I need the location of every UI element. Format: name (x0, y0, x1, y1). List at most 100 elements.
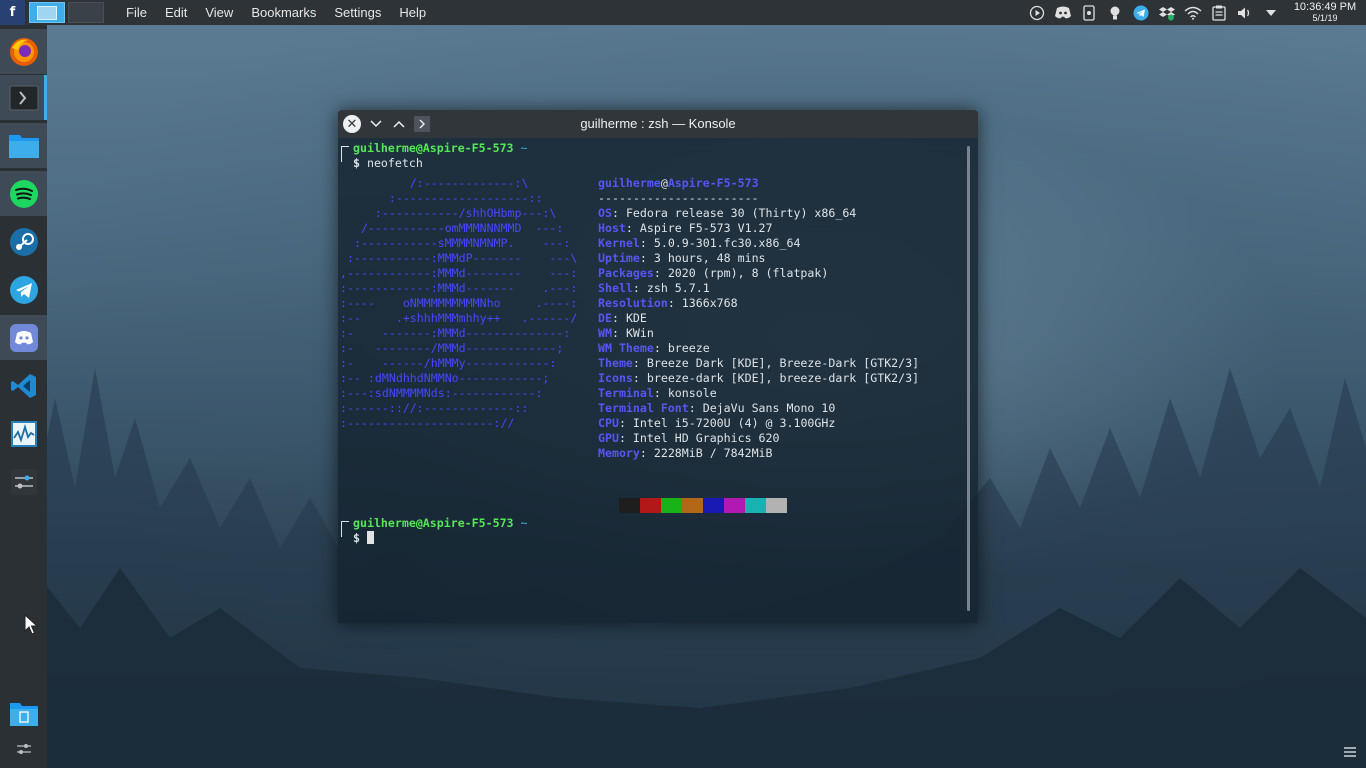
info-value: 2020 (rpm), 8 (flatpak) (667, 266, 829, 280)
info-value: Aspire F5-573 V1.27 (639, 221, 773, 235)
panel-settings-icon (16, 744, 31, 754)
dock-configure[interactable] (0, 730, 47, 768)
ascii-line: :-------------------:: (340, 191, 543, 205)
desktop-1[interactable] (29, 2, 65, 23)
menu-bookmarks[interactable]: Bookmarks (242, 0, 325, 25)
dock-konsole[interactable] (0, 75, 47, 120)
dock-vscode[interactable] (0, 363, 47, 408)
spotify-icon (9, 179, 38, 208)
info-value: zsh 5.7.1 (646, 281, 710, 295)
info-key: Icons (598, 371, 633, 385)
info-key: Shell (598, 281, 633, 295)
dock-system-monitor[interactable] (0, 411, 47, 456)
info-at: @ (660, 176, 668, 190)
info-value: breeze (667, 341, 710, 355)
mouse-cursor-icon (24, 614, 38, 635)
color-swatch (724, 498, 745, 513)
virtual-desktop-pager (29, 2, 107, 23)
digital-clock[interactable]: 10:36:49 PM 5/1/19 (1284, 0, 1366, 24)
ascii-line: :- -------:MMMd--------------: (340, 326, 571, 340)
info-value: DejaVu Sans Mono 10 (702, 401, 836, 415)
prompt-user-2: guilherme@Aspire-F5-573 (353, 516, 514, 530)
color-swatch (619, 498, 640, 513)
info-user: guilherme (598, 176, 661, 190)
info-value: KWin (625, 326, 654, 340)
menu-edit[interactable]: Edit (156, 0, 196, 25)
clock-time: 10:36:49 PM (1293, 0, 1357, 13)
top-panel: f File Edit View Bookmarks Settings Help (0, 0, 1366, 25)
menu-view[interactable]: View (196, 0, 242, 25)
trash-icon (9, 702, 38, 726)
info-value: breeze-dark [KDE], breeze-dark [GTK2/3] (646, 371, 920, 385)
info-row: Uptime: 3 hours, 48 mins (598, 251, 766, 265)
wifi-icon[interactable] (1180, 0, 1206, 25)
ascii-line: :------------:MMMd------- .---: (340, 281, 578, 295)
window-titlebar[interactable]: ✕ guilherme : zsh — Konsole (338, 110, 978, 138)
firefox-icon (9, 37, 38, 66)
info-row: WM: KWin (598, 326, 654, 340)
info-key: Terminal (598, 386, 654, 400)
menu-help[interactable]: Help (390, 0, 435, 25)
prompt-corner (341, 146, 349, 162)
clipboard-icon[interactable] (1206, 0, 1232, 25)
info-key: Uptime (598, 251, 640, 265)
command-line: $ neofetch (353, 156, 423, 171)
info-separator: ----------------------- (598, 191, 759, 205)
input-line: $ (353, 531, 374, 546)
menu-settings[interactable]: Settings (325, 0, 390, 25)
command-text: neofetch (366, 156, 423, 170)
tray-expand-icon[interactable] (1258, 0, 1284, 25)
telegram-icon (9, 275, 38, 304)
prompt-symbol: $ (353, 156, 360, 170)
info-key: WM (598, 326, 612, 340)
kde-connect-icon[interactable] (1076, 0, 1102, 25)
info-row: Memory: 2228MiB / 7842MiB (598, 446, 773, 460)
info-row: Theme: Breeze Dark [KDE], Breeze-Dark [G… (598, 356, 920, 370)
active-indicator (44, 75, 47, 120)
prompt-symbol-2: $ (353, 531, 360, 545)
dock-spotify[interactable] (0, 171, 47, 216)
prompt-line-2: guilherme@Aspire-F5-573 ~ (353, 516, 528, 531)
info-row: OS: Fedora release 30 (Thirty) x86_64 (598, 206, 857, 220)
dock-firefox[interactable] (0, 29, 47, 74)
dock-telegram[interactable] (0, 267, 47, 312)
info-row: Host: Aspire F5-573 V1.27 (598, 221, 773, 235)
desktop-2[interactable] (68, 2, 104, 23)
telegram-icon[interactable] (1128, 0, 1154, 25)
dock-file-manager[interactable] (0, 123, 47, 168)
discord-icon (9, 323, 38, 352)
dropbox-icon[interactable] (1154, 0, 1180, 25)
dock-steam[interactable] (0, 219, 47, 264)
ascii-line: :-----------/shhOHbmp---:\ (340, 206, 557, 220)
info-key: Host (598, 221, 626, 235)
lightbulb-icon[interactable] (1102, 0, 1128, 25)
global-menu: File Edit View Bookmarks Settings Help (117, 0, 435, 25)
ascii-line: :-- :dMNdhhdNMMNo------------; (340, 371, 550, 385)
terminal-scrollbar[interactable] (967, 146, 970, 611)
desktop-toolbox-icon[interactable] (1343, 745, 1357, 759)
menu-file[interactable]: File (117, 0, 156, 25)
terminal-area[interactable]: guilherme@Aspire-F5-573 ~ $ neofetch /:-… (338, 138, 978, 623)
dock-discord[interactable] (0, 315, 47, 360)
ascii-line: :-----------sMMMMNMNMP. ---: (340, 236, 571, 250)
info-row: DE: KDE (598, 311, 647, 325)
fedora-ascii-logo: /:-------------:\ :-------------------::… (340, 176, 577, 431)
info-host: Aspire-F5-573 (667, 176, 759, 190)
fedora-launcher-icon[interactable]: f (0, 0, 25, 25)
konsole-window: ✕ guilherme : zsh — Konsole guilherme@As… (338, 110, 978, 623)
ascii-line: :- ------/hMMMy------------: (340, 356, 557, 370)
text-cursor (366, 531, 374, 544)
media-play-icon[interactable] (1024, 0, 1050, 25)
discord-icon[interactable] (1050, 0, 1076, 25)
info-key: Theme (598, 356, 633, 370)
info-row: GPU: Intel HD Graphics 620 (598, 431, 780, 445)
volume-icon[interactable] (1232, 0, 1258, 25)
info-value: Intel i5-7200U (4) @ 3.100GHz (632, 416, 836, 430)
ascii-line: :------:://:-------------:: (340, 401, 529, 415)
color-swatch (745, 498, 766, 513)
info-row: Terminal Font: DejaVu Sans Mono 10 (598, 401, 836, 415)
info-value: 1366x768 (681, 296, 738, 310)
prompt-dir: ~ (520, 141, 528, 155)
dock-settings[interactable] (0, 459, 47, 504)
color-swatch (766, 498, 787, 513)
